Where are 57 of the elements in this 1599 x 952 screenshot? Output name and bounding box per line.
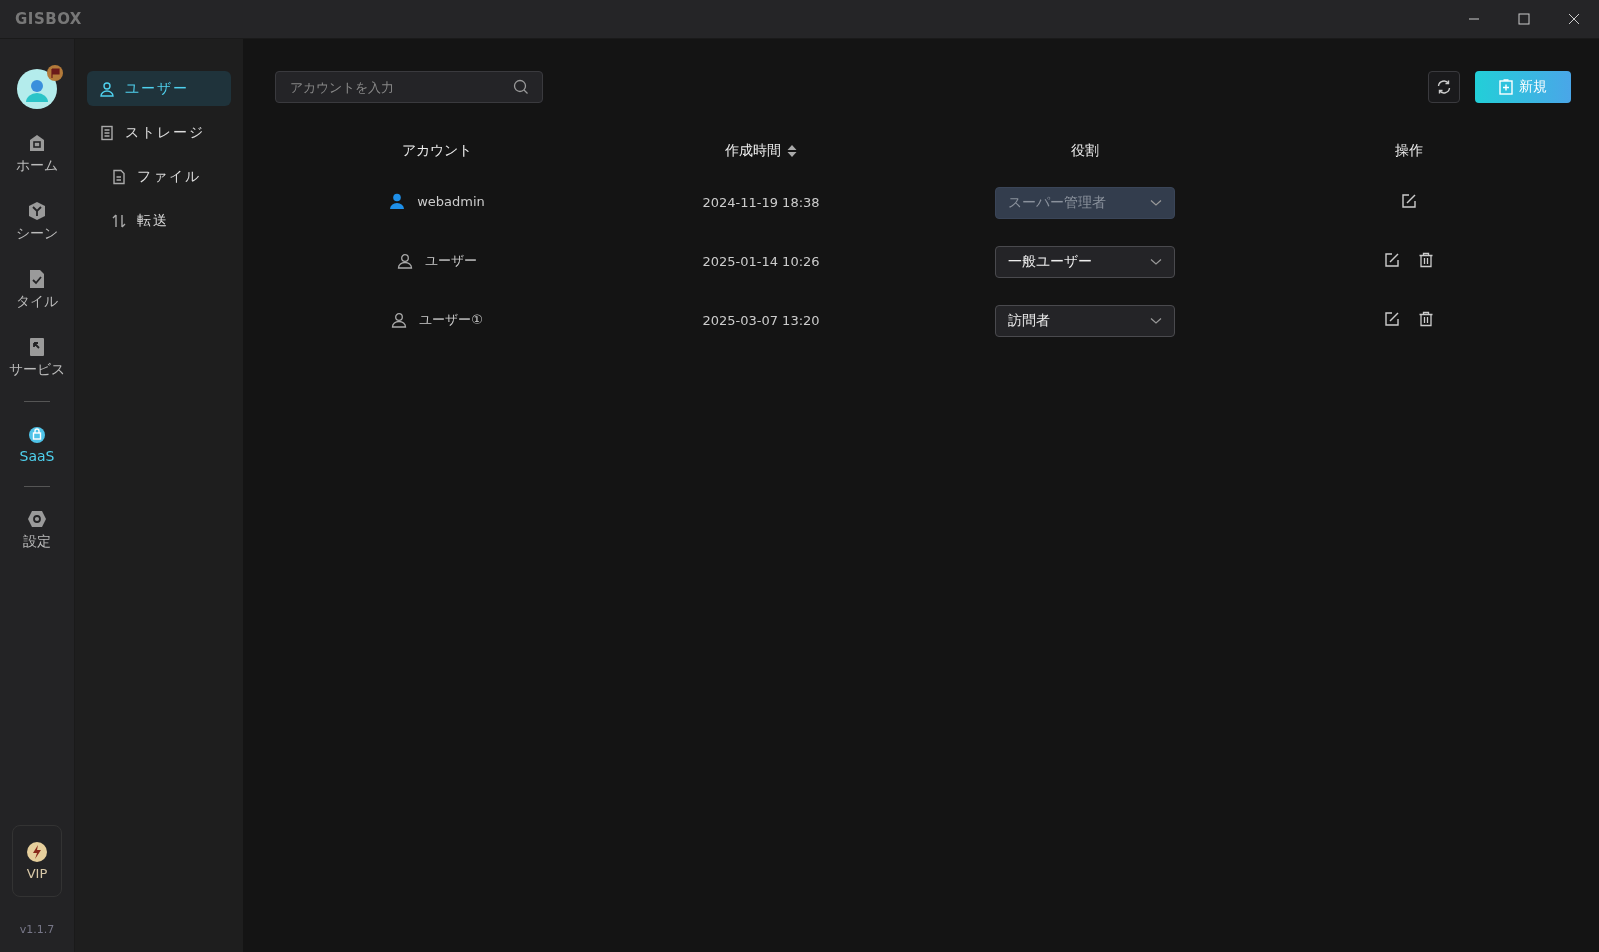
flag-badge-icon [47, 65, 63, 81]
column-header[interactable]: 作成時間 [725, 142, 797, 160]
settings-icon [27, 509, 47, 529]
rail-item[interactable]: 設定 [23, 509, 51, 551]
rail-item[interactable]: サービス [9, 337, 65, 379]
account-name: webadmin [417, 193, 485, 209]
document-list-icon [99, 124, 115, 141]
maximize-icon [1518, 13, 1530, 25]
home-icon [27, 133, 47, 153]
rail-item[interactable]: タイル [16, 269, 58, 311]
edit-button[interactable] [1401, 193, 1417, 209]
close-icon [1568, 13, 1580, 25]
created-time: 2025-01-14 10:26 [702, 254, 820, 269]
nav-item[interactable]: ユーザー [87, 71, 231, 106]
edit-button[interactable] [1384, 252, 1400, 268]
account-name: ユーザー① [419, 310, 483, 329]
avatar-icon[interactable] [17, 69, 57, 109]
sort-icon[interactable] [787, 145, 797, 157]
role-dropdown[interactable]: 一般ユーザー [995, 245, 1175, 278]
refresh-icon [1436, 79, 1452, 95]
user-icon [391, 311, 408, 328]
created-time: 2024-11-19 18:38 [702, 195, 820, 210]
column-header: アカウント [402, 142, 472, 160]
app-logo: GISBOX [15, 10, 82, 28]
plus-document-icon [1499, 79, 1513, 95]
nav-item[interactable]: 転送 [87, 203, 231, 238]
file-icon [111, 168, 127, 185]
created-time: 2025-03-07 13:20 [702, 313, 820, 328]
delete-button[interactable] [1418, 311, 1434, 327]
rail-item[interactable]: SaaS [19, 424, 55, 464]
user-icon [389, 193, 406, 209]
edit-button[interactable] [1384, 311, 1400, 327]
chevron-down-icon [1150, 257, 1162, 266]
column-header: 役割 [1071, 142, 1099, 160]
nav-item[interactable]: ストレージ [87, 115, 231, 150]
tile-icon [27, 269, 47, 289]
user-icon [397, 252, 413, 269]
search-field[interactable]: アカウントを入力 [275, 71, 543, 103]
saas-icon [27, 424, 47, 444]
rail-item[interactable]: ホーム [16, 133, 58, 175]
nav-item[interactable]: ファイル [87, 159, 231, 194]
vip-button[interactable]: VIP [12, 825, 62, 897]
service-icon [27, 337, 47, 357]
refresh-button[interactable] [1428, 71, 1460, 103]
account-name: ユーザー [425, 251, 477, 270]
column-header: 操作 [1395, 142, 1423, 160]
delete-button[interactable] [1418, 252, 1434, 268]
arrows-icon [111, 212, 127, 229]
chevron-down-icon [1150, 198, 1162, 207]
role-dropdown[interactable]: 訪問者 [995, 304, 1175, 337]
version-label: v1.1.7 [19, 923, 55, 936]
search-icon [513, 79, 529, 95]
lightning-icon [27, 841, 47, 862]
rail-item[interactable]: シーン [16, 201, 58, 243]
user-icon [99, 80, 115, 97]
chevron-down-icon [1150, 316, 1162, 325]
scene-icon [27, 201, 47, 221]
